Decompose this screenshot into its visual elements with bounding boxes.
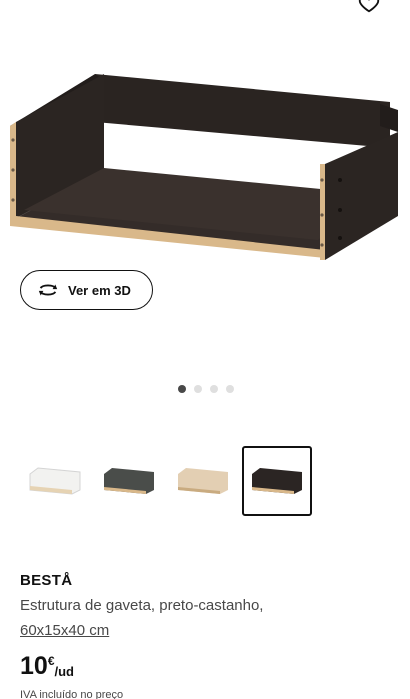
carousel-indicators — [178, 385, 234, 393]
variant-thumbnails — [20, 446, 312, 516]
carousel-dot[interactable] — [178, 385, 186, 393]
heart-icon[interactable] — [358, 0, 380, 14]
variant-black-brown[interactable] — [242, 446, 312, 516]
view-3d-button[interactable]: Ver em 3D — [20, 270, 153, 310]
product-name: BESTÅ — [20, 572, 73, 589]
price-currency: € — [47, 654, 55, 668]
carousel-dot[interactable] — [226, 385, 234, 393]
vat-note: IVA incluído no preço — [20, 689, 124, 699]
variant-white-stained-oak[interactable] — [168, 446, 238, 516]
carousel-dot[interactable] — [194, 385, 202, 393]
product-hero-image — [10, 74, 398, 260]
variant-white[interactable] — [20, 446, 90, 516]
product-size-link[interactable]: 60x15x40 cm — [20, 622, 109, 639]
price-amount: 10 — [20, 652, 48, 680]
product-price: 10 € /ud — [20, 651, 74, 681]
price-unit: /ud — [54, 664, 75, 679]
variant-dark-grey[interactable] — [94, 446, 164, 516]
view-3d-label: Ver em 3D — [68, 282, 131, 298]
rotate-3d-icon — [38, 284, 58, 296]
carousel-dot[interactable] — [210, 385, 218, 393]
product-description: Estrutura de gaveta, preto-castanho, — [20, 597, 264, 614]
